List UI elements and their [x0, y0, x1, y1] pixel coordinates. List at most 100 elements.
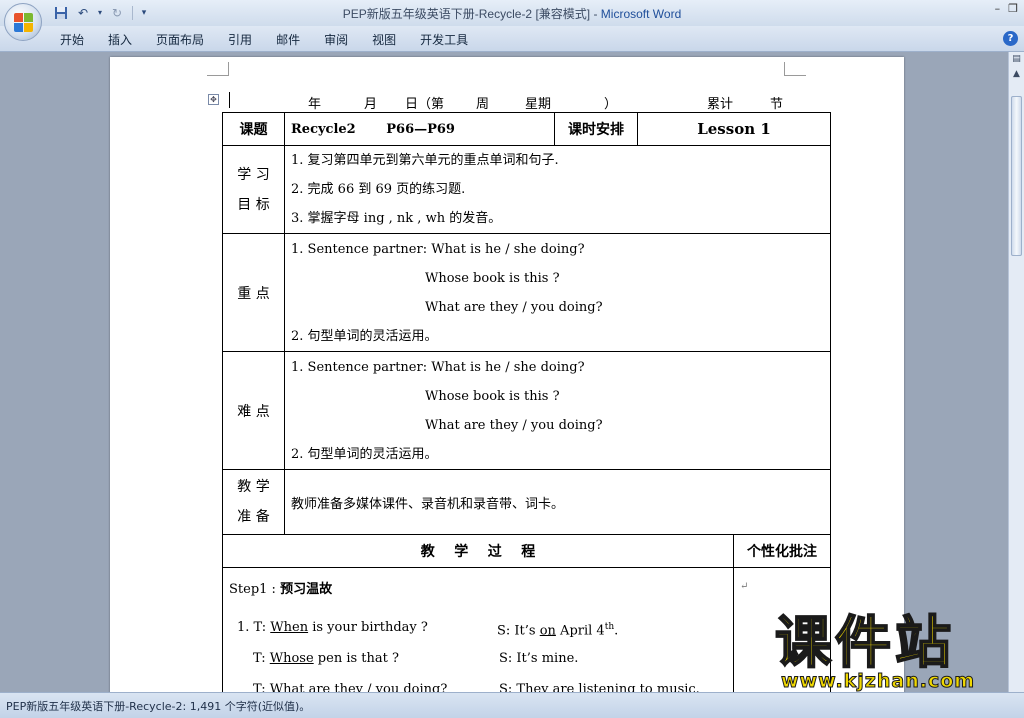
document-page[interactable]: ✥ 年 月 日（第 周 星期 ） 累计 节 课题 Recycle2 P66—P6…: [110, 57, 904, 692]
process-cell: Step1 : 预习温故 1. T: When is your birthday…: [222, 567, 734, 692]
prep-label-1: 教 学: [237, 479, 270, 495]
tab-page-layout[interactable]: 页面布局: [144, 31, 216, 49]
difficult-points-label: 难 点: [222, 351, 285, 470]
margin-corner-left: [207, 62, 229, 76]
office-logo-icon: [14, 13, 34, 33]
tab-developer[interactable]: 开发工具: [408, 31, 480, 49]
minimize-icon[interactable]: –: [995, 2, 1001, 15]
lesson-number: Lesson 1: [637, 112, 831, 146]
date-cumulative: 累计: [707, 97, 734, 112]
dialog-teacher-text: are they / you doing?: [304, 682, 448, 692]
date-day-week: 日（第: [405, 97, 445, 112]
restore-icon[interactable]: ❐: [1008, 2, 1018, 15]
dialog-row: T: What are they / you doing? S: They ar…: [229, 674, 727, 692]
goal-item: 3. 掌握字母 ing , nk , wh 的发音。: [291, 211, 502, 226]
table-row: 课题 Recycle2 P66—P69 课时安排 Lesson 1: [222, 112, 831, 146]
app-name: Microsoft Word: [600, 7, 682, 21]
date-year: 年: [308, 97, 322, 112]
table-row: 学 习 目 标 1. 复习第四单元到第六单元的重点单词和句子. 2. 完成 66…: [222, 145, 831, 234]
prep-label-cell: 教 学 准 备: [222, 469, 285, 535]
schedule-label: 课时安排: [554, 112, 638, 146]
key-line: 1. Sentence partner: What is he / she do…: [291, 241, 585, 257]
tab-mailings[interactable]: 邮件: [264, 31, 312, 49]
tab-references[interactable]: 引用: [216, 31, 264, 49]
ribbon-tab-bar: 开始 插入 页面布局 引用 邮件 审阅 视图 开发工具 ?: [0, 26, 1024, 52]
topic-value: Recycle2: [291, 121, 356, 137]
table-move-handle-icon[interactable]: ✥: [208, 94, 219, 105]
tab-review[interactable]: 审阅: [312, 31, 360, 49]
process-header: 教 学 过 程: [222, 534, 734, 568]
margin-corner-right: [784, 62, 806, 76]
watermark-cn: 课件站: [774, 611, 955, 676]
tab-insert[interactable]: 插入: [96, 31, 144, 49]
step1-title: 预习温故: [280, 582, 333, 597]
scroll-thumb[interactable]: [1011, 96, 1022, 256]
goals-label-1: 学 习: [237, 166, 270, 183]
window-title: PEP新版五年级英语下册-Recycle-2 [兼容模式] - Microsof…: [0, 5, 1024, 22]
date-close-paren: ）: [604, 97, 618, 112]
ruler-toggle-icon[interactable]: ▤: [1009, 52, 1024, 67]
key-points-cell: 1. Sentence partner: What is he / she do…: [284, 233, 831, 352]
difficult-line: 1. Sentence partner: What is he / she do…: [291, 359, 585, 375]
vertical-scrollbar[interactable]: ▤ ▲: [1008, 52, 1024, 692]
prep-label-2: 准 备: [237, 509, 270, 525]
scroll-up-icon[interactable]: ▲: [1009, 67, 1024, 82]
status-text: PEP新版五年级英语下册-Recycle-2: 1,491 个字符(近似值)。: [6, 700, 311, 713]
tab-view[interactable]: 视图: [360, 31, 408, 49]
document-workspace[interactable]: ✥ 年 月 日（第 周 星期 ） 累计 节 课题 Recycle2 P66—P6…: [0, 52, 1008, 692]
table-row: 重 点 1. Sentence partner: What is he / sh…: [222, 233, 831, 352]
goal-item: 1. 复习第四单元到第六单元的重点单词和句子.: [291, 153, 559, 168]
document-title: PEP新版五年级英语下册-Recycle-2 [兼容模式] -: [342, 7, 601, 21]
topic-pages: P66—P69: [386, 121, 455, 137]
difficult-points-cell: 1. Sentence partner: What is he / she do…: [284, 351, 831, 470]
key-line: 2. 句型单词的灵活运用。: [291, 328, 438, 344]
step1-prefix: Step1 :: [229, 582, 281, 597]
table-row: 难 点 1. Sentence partner: What is he / sh…: [222, 351, 831, 470]
difficult-line: What are they / you doing?: [425, 417, 603, 433]
key-points-label: 重 点: [222, 233, 285, 352]
dialog-teacher-underlined: When: [270, 620, 309, 635]
date-month: 月: [364, 97, 378, 112]
date-week: 周: [476, 97, 490, 112]
dialog-student-end: .: [614, 623, 619, 639]
help-icon[interactable]: ?: [1003, 31, 1018, 46]
dialog-teacher-text: pen is that ?: [313, 651, 399, 666]
table-row: Step1 : 预习温故 1. T: When is your birthday…: [222, 567, 831, 692]
date-section: 节: [770, 97, 784, 112]
dialog-student: S: It’s mine.: [499, 651, 579, 666]
goals-cell: 1. 复习第四单元到第六单元的重点单词和句子. 2. 完成 66 到 69 页的…: [284, 145, 831, 234]
goals-label-2: 目 标: [237, 196, 270, 213]
office-button[interactable]: [4, 3, 42, 41]
goal-item: 2. 完成 66 到 69 页的练习题.: [291, 182, 466, 197]
key-line: What are they / you doing?: [425, 299, 603, 315]
status-bar: PEP新版五年级英语下册-Recycle-2: 1,491 个字符(近似值)。: [0, 692, 1024, 718]
dialog-row: 1. T: When is your birthday ? S: It’s on…: [229, 612, 727, 643]
date-weekday: 星期: [525, 97, 552, 112]
paragraph-mark: ↵: [740, 581, 749, 592]
goals-label-cell: 学 习 目 标: [222, 145, 285, 234]
dialog-teacher-prefix: T:: [253, 682, 270, 692]
dialog-student: S: They are listening to music.: [499, 682, 700, 692]
table-row: 教 学 过 程 个性化批注: [222, 534, 831, 568]
topic-label: 课题: [222, 112, 285, 146]
text-cursor: [229, 92, 230, 108]
dialog-teacher-underlined: Whose: [269, 651, 314, 666]
window-controls: – ❐: [995, 2, 1018, 15]
difficult-line: Whose book is this ?: [425, 388, 560, 404]
topic-value-cell: Recycle2 P66—P69: [284, 112, 555, 146]
watermark-url: www.kjzhan.com: [780, 670, 976, 693]
key-line: Whose book is this ?: [425, 270, 560, 286]
dialog-teacher-text: is your birthday ?: [308, 620, 428, 635]
dialog-student-text: April 4: [555, 623, 605, 639]
dialog-teacher-prefix: 1. T:: [237, 620, 271, 635]
dialog-row: T: Whose pen is that ? S: It’s mine.: [229, 643, 727, 674]
dialog-student-prefix: S: It’s: [497, 623, 540, 639]
lesson-plan-table: 课题 Recycle2 P66—P69 课时安排 Lesson 1 学 习 目 …: [222, 112, 831, 692]
watermark-logo: 课件站 www.kjzhan.com: [774, 611, 1010, 693]
prep-text: 教师准备多媒体课件、录音机和录音带、词卡。: [284, 469, 831, 535]
title-bar: ↶ ▾ ↻ ▾ PEP新版五年级英语下册-Recycle-2 [兼容模式] - …: [0, 0, 1024, 41]
tab-home[interactable]: 开始: [48, 31, 96, 49]
difficult-line: 2. 句型单词的灵活运用。: [291, 446, 438, 462]
dialog-teacher-prefix: T:: [253, 651, 270, 666]
dialog-student-underlined: on: [539, 623, 556, 639]
